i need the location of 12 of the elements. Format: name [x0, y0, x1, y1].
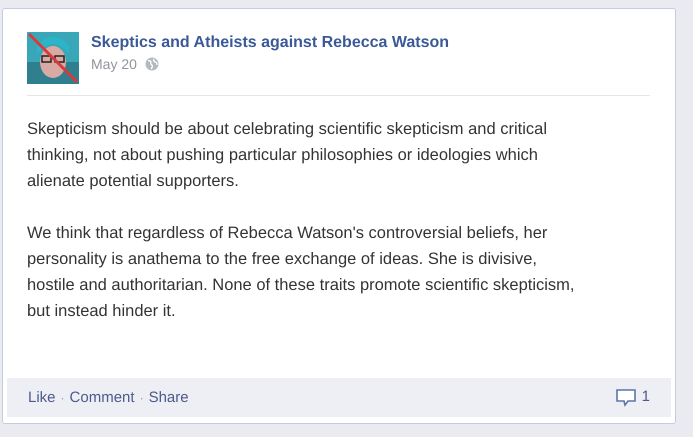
separator-dot: · — [140, 390, 144, 406]
post-paragraph: We think that regardless of Rebecca Watson's controversial beliefs, her personality is anathema to the free exchange of ideas. She is divisive, hostile and authoritarian. None of these traits promote scientific skepticism, but instead hinder it. — [27, 223, 576, 322]
action-link[interactable]: Like — [28, 388, 56, 406]
separator-dot: · — [60, 390, 65, 406]
comment-count: 1 — [642, 387, 650, 408]
post-date[interactable]: May 20 — [91, 55, 137, 73]
globe-icon — [144, 57, 159, 71]
author-link[interactable]: Skeptics and Atheists against Rebecca Watson — [91, 33, 450, 53]
action-link[interactable]: Share — [148, 388, 189, 406]
action-link[interactable]: Comment — [70, 388, 135, 406]
comment-icon[interactable] — [616, 388, 636, 406]
post-paragraph: Skepticism should be about celebrating scientific skepticism and critical thinking, not about pushing particular philosophies or ideologies which alienate potential supporters. — [27, 119, 548, 192]
